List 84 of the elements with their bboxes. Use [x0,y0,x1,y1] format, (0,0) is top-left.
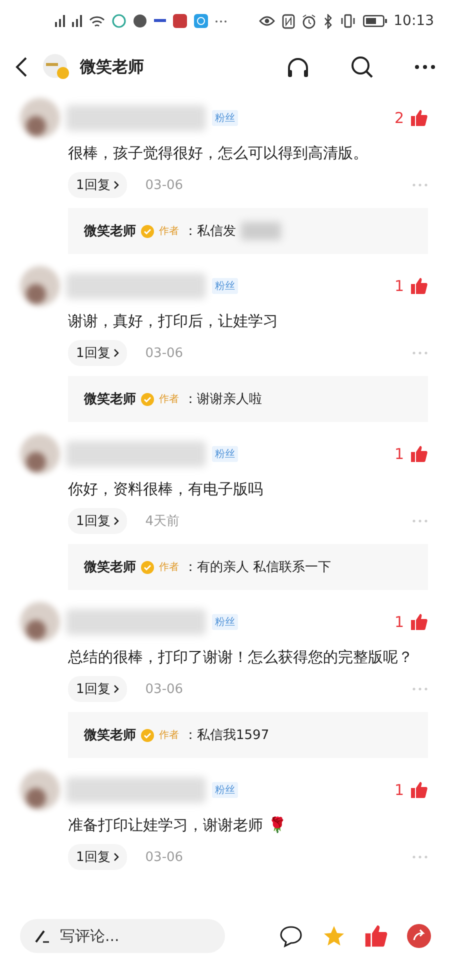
reply-text: ：有的亲人 私信联系一下 [184,559,332,576]
chevron-icon [114,853,120,861]
app-icon [132,14,147,28]
nfc-icon [282,14,295,28]
comment-date: 03-06 [145,178,184,192]
chevron-icon [114,685,120,693]
alarm-icon [302,14,316,28]
author-reply-card[interactable]: 微笑老师 作者 ：私信我1597 [68,712,428,758]
star-icon[interactable] [322,924,346,948]
signal-icon [54,15,65,27]
reply-text: ：私信发 [184,223,236,240]
reply-text: ：谢谢亲人啦 [184,391,262,408]
comment-text: 准备打印让娃学习，谢谢老师 🌹 [68,815,288,836]
author-name: 微笑老师 [84,223,136,240]
thumbs-up-icon[interactable] [410,613,428,631]
like-count: 2 [394,109,404,127]
dash-icon [154,19,166,23]
author-reply-card[interactable]: 微笑老师 作者 ：谢谢亲人啦 [68,376,428,422]
eye-icon [258,15,275,27]
like-count: 1 [394,781,404,799]
author-reply-card[interactable]: 微笑老师 作者 ：有的亲人 私信联系一下 [68,544,428,590]
replies-button[interactable]: 1回复 [68,844,128,870]
thumbs-up-icon[interactable] [410,109,428,127]
chevron-icon [114,181,120,189]
verified-icon [141,224,154,238]
author-tag: 作者 [159,728,179,742]
pen-icon [34,928,50,944]
app-icon [112,14,126,28]
author-tag: 作者 [159,560,179,574]
replies-button[interactable]: 1回复 [68,508,128,534]
redacted-text [241,222,281,240]
fan-tag: 粉丝 [212,110,238,126]
signal-icon [72,15,82,27]
fan-tag: 粉丝 [212,278,238,294]
headphones-icon[interactable] [286,55,310,79]
author-name: 微笑老师 [84,559,136,576]
app-icon [172,14,187,28]
replies-button[interactable]: 1回复 [68,172,128,198]
fan-tag: 粉丝 [212,614,238,630]
thumbs-up-icon[interactable] [410,445,428,463]
like-count: 1 [394,613,404,631]
chevron-icon [114,517,120,525]
fan-tag: 粉丝 [212,446,238,462]
battery-icon [362,15,387,27]
wifi-icon [88,14,105,28]
replies-button[interactable]: 1回复 [68,676,128,702]
comment-icon[interactable] [278,924,304,948]
fan-tag: 粉丝 [212,782,238,798]
comment-date: 4天前 [145,513,180,530]
more-icon [214,20,227,22]
like-count: 1 [394,277,404,295]
avatar-icon[interactable] [42,53,70,81]
reply-text: ：私信我1597 [184,727,270,744]
rose-emoji: 🌹 [268,816,287,834]
share-icon[interactable] [406,923,432,949]
author-name: 微笑老师 [84,727,136,744]
author-name: 微笑老师 [84,391,136,408]
author-tag: 作者 [159,224,179,238]
verified-icon [141,560,154,574]
comment-text: 很棒，孩子觉得很好，怎么可以得到高清版。 [68,143,369,164]
comment-date: 03-06 [145,346,184,360]
clock-time: 10:13 [394,13,434,29]
author-reply-card[interactable]: 微笑老师 作者 ：私信发 [68,208,428,254]
comment-text: 谢谢，真好，打印后，让娃学习 [68,311,279,332]
more-icon[interactable] [414,64,436,70]
vibrate-icon [340,14,356,28]
thumbs-up-icon[interactable] [364,924,388,948]
app-icon [194,14,208,28]
comment-field[interactable]: 写评论... [20,919,225,953]
chevron-icon [114,349,120,357]
author-tag: 作者 [159,392,179,406]
verified-icon [141,728,154,742]
comment-text: 总结的很棒，打印了谢谢！怎么获得您的完整版呢？ [68,647,414,668]
comment-date: 03-06 [145,682,184,696]
bluetooth-icon [322,14,333,28]
author-title: 微笑老师 [80,56,145,78]
like-count: 1 [394,445,404,463]
comment-date: 03-06 [145,850,184,864]
comment-text: 你好，资料很棒，有电子版吗 [68,479,264,500]
search-icon[interactable] [350,55,374,79]
thumbs-up-icon[interactable] [410,277,428,295]
replies-button[interactable]: 1回复 [68,340,128,366]
verified-icon [141,392,154,406]
thumbs-up-icon[interactable] [410,781,428,799]
